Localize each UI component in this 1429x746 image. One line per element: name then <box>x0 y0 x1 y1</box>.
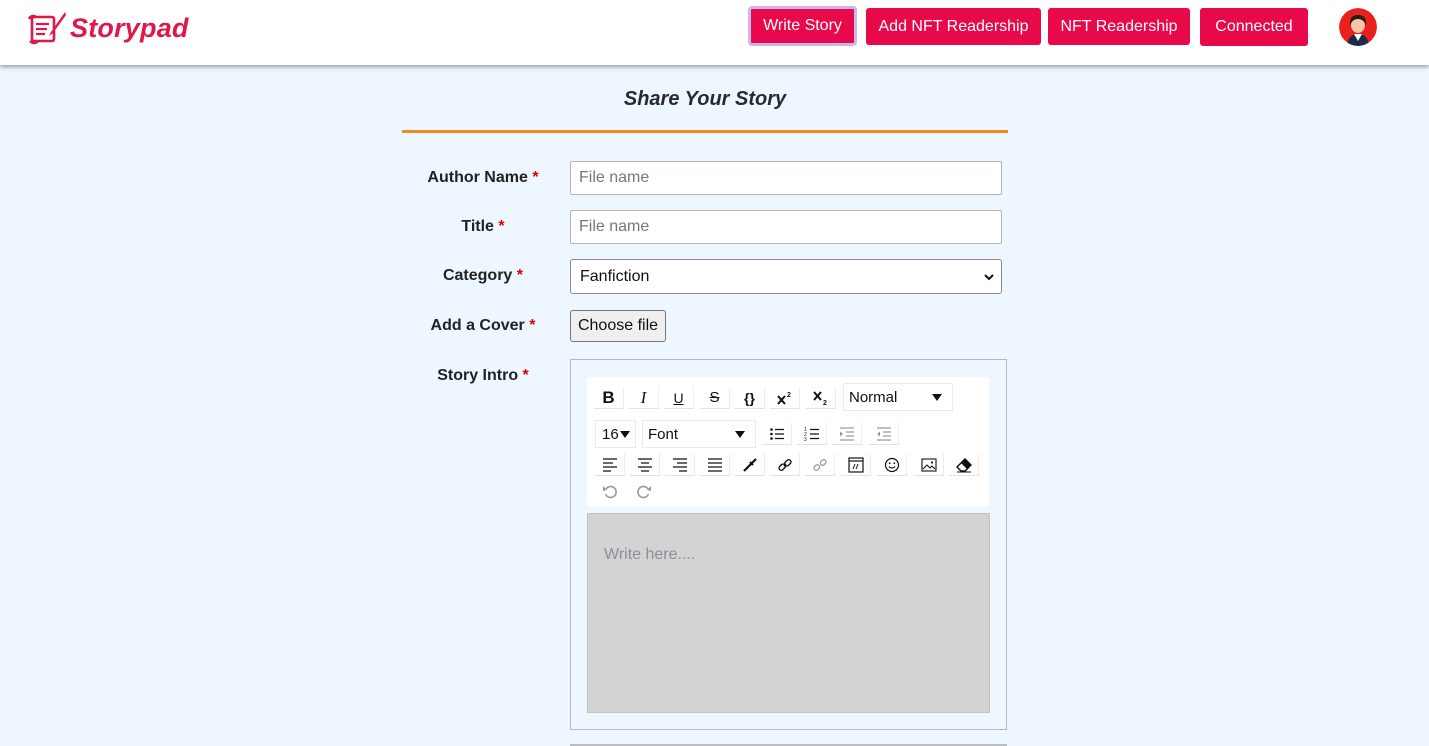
required-mark: * <box>498 218 505 235</box>
chevron-down-icon <box>984 274 994 281</box>
story-intro-textarea[interactable]: Write here.... <box>587 513 990 713</box>
story-intro-label: Story Intro * <box>363 367 603 385</box>
connected-button[interactable]: Connected <box>1200 8 1308 46</box>
user-avatar[interactable] <box>1339 8 1377 46</box>
strikethrough-icon[interactable]: S <box>700 387 730 409</box>
link-icon[interactable] <box>770 454 800 476</box>
scroll-quill-icon <box>27 12 66 45</box>
add-nft-readership-button[interactable]: Add NFT Readership <box>866 8 1041 45</box>
required-mark: * <box>522 367 529 384</box>
caret-down-icon <box>620 431 630 438</box>
title-divider <box>402 130 1008 133</box>
cover-label: Add a Cover * <box>363 317 603 335</box>
align-justify-icon[interactable] <box>700 454 730 476</box>
nft-readership-button[interactable]: NFT Readership <box>1048 8 1190 45</box>
heading-select-value: Normal <box>849 388 898 406</box>
font-family-select[interactable]: Font <box>642 420 756 448</box>
svg-text:2: 2 <box>823 400 827 406</box>
image-icon[interactable] <box>914 454 944 476</box>
font-size-value: 16 <box>602 425 619 443</box>
subscript-icon[interactable]: 2 <box>806 387 836 409</box>
ordered-list-icon[interactable]: 123 <box>797 423 827 445</box>
title-label: Title * <box>363 218 603 236</box>
svg-text:3: 3 <box>804 437 807 442</box>
color-picker-icon[interactable] <box>735 454 765 476</box>
eraser-icon[interactable] <box>949 454 979 476</box>
outdent-icon[interactable] <box>869 423 899 445</box>
title-label-text: Title <box>461 218 494 235</box>
story-intro-label-text: Story Intro <box>437 367 519 384</box>
redo-icon[interactable] <box>629 480 659 502</box>
align-center-icon[interactable] <box>630 454 660 476</box>
undo-icon[interactable] <box>595 480 625 502</box>
italic-icon[interactable]: I <box>629 387 659 409</box>
emoji-icon[interactable] <box>877 454 907 476</box>
required-mark: * <box>516 267 524 284</box>
cover-label-text: Add a Cover <box>430 317 525 334</box>
author-name-label: Author Name * <box>363 169 603 187</box>
superscript-icon[interactable]: 2 <box>770 387 800 409</box>
font-family-value: Font <box>648 425 679 443</box>
bullet-list-icon[interactable] <box>762 423 792 445</box>
category-selected-value: Fanfiction <box>580 267 650 285</box>
required-mark: * <box>532 169 539 186</box>
caret-down-icon <box>932 394 942 401</box>
brand-name: Storypad <box>70 12 189 43</box>
write-story-button[interactable]: Write Story <box>748 6 857 46</box>
top-navbar: Storypad Write Story Add NFT Readership … <box>0 0 1429 65</box>
category-label-text: Category <box>442 267 513 284</box>
title-input[interactable] <box>570 210 1002 244</box>
unlink-icon[interactable] <box>805 454 835 476</box>
align-left-icon[interactable] <box>595 454 625 476</box>
font-size-select[interactable]: 16 <box>595 420 636 448</box>
code-icon[interactable]: {} <box>735 387 765 409</box>
category-label: Category * <box>363 267 603 285</box>
bold-icon[interactable]: B <box>594 387 624 409</box>
avatar-icon <box>1339 8 1377 46</box>
required-mark: * <box>529 317 536 334</box>
heading-select[interactable]: Normal <box>843 383 953 411</box>
svg-text:2: 2 <box>787 392 791 399</box>
category-select[interactable]: Fanfiction <box>570 259 1002 294</box>
choose-file-button[interactable]: Choose file <box>570 310 666 342</box>
indent-icon[interactable] <box>832 423 862 445</box>
caret-down-icon <box>735 431 745 438</box>
storypad-logo[interactable]: Storypad <box>27 10 189 46</box>
author-name-input[interactable] <box>570 161 1002 195</box>
align-right-icon[interactable] <box>665 454 695 476</box>
author-name-label-text: Author Name <box>427 169 528 186</box>
underline-icon[interactable]: U <box>664 387 694 409</box>
editor-toolbar: B I U S {} 2 2 Normal 16 Font 123 <box>587 377 989 507</box>
embed-icon[interactable] <box>841 454 871 476</box>
editor-placeholder: Write here.... <box>604 546 696 563</box>
page-title: Share Your Story <box>623 88 787 110</box>
